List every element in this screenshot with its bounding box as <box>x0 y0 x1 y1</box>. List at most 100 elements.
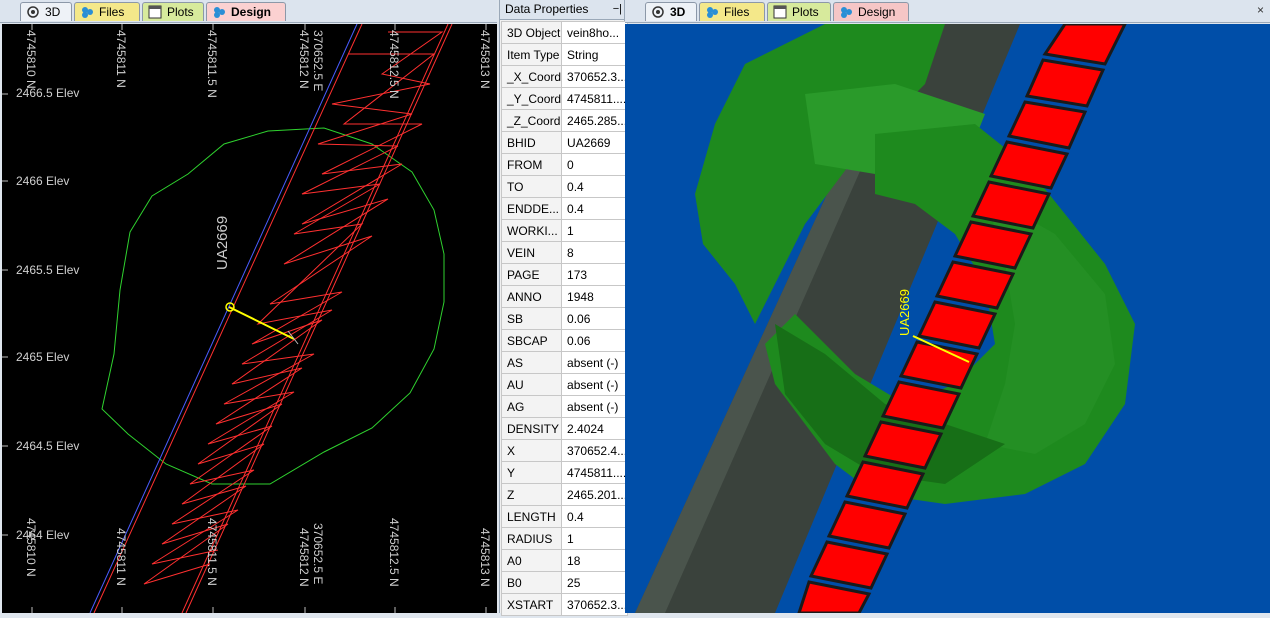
property-row[interactable]: _Y_Coord 4745811.... <box>500 87 629 110</box>
tab-files[interactable]: Files <box>74 2 140 21</box>
top-axis-label: 4745810 N <box>24 30 38 89</box>
property-row[interactable]: DENSITY 2.4024 <box>500 417 629 440</box>
property-value[interactable]: 1 <box>561 219 629 242</box>
property-row[interactable]: A0 18 <box>500 549 629 572</box>
property-row[interactable]: Y 4745811.... <box>500 461 629 484</box>
pin-icon[interactable]: −| <box>613 0 622 19</box>
property-row[interactable]: AU absent (-) <box>500 373 629 396</box>
property-row[interactable]: Item Type String <box>500 43 629 66</box>
property-row[interactable]: RADIUS 1 <box>500 527 629 550</box>
tab-design[interactable]: Design <box>833 2 909 21</box>
property-value[interactable]: absent (-) <box>561 351 629 374</box>
property-key: XSTART <box>500 593 563 616</box>
property-value[interactable]: 0 <box>561 153 629 176</box>
properties-title-bar: Data Properties −| <box>500 0 624 20</box>
elev-label: 2466 Elev <box>16 174 70 188</box>
property-row[interactable]: 3D Object vein8ho... <box>500 21 629 44</box>
property-value[interactable]: 0.06 <box>561 307 629 330</box>
property-row[interactable]: BHID UA2669 <box>500 131 629 154</box>
property-row[interactable]: FROM 0 <box>500 153 629 176</box>
property-row[interactable]: SB 0.06 <box>500 307 629 330</box>
property-value[interactable]: 8 <box>561 241 629 264</box>
property-row[interactable]: Z 2465.201... <box>500 483 629 506</box>
bottom-axis-label: 4745811.5 N <box>205 518 219 586</box>
elev-label: 2466.5 Elev <box>16 86 80 100</box>
property-row[interactable]: ENDDE... 0.4 <box>500 197 629 220</box>
bottom-axis-label: 370652.5 E <box>311 523 325 585</box>
tab-label: 3D <box>670 5 686 19</box>
property-value[interactable]: 18 <box>561 549 629 572</box>
property-key: Y <box>500 461 563 484</box>
property-value[interactable]: 370652.3... <box>561 593 629 616</box>
property-value[interactable]: 4745811.... <box>561 461 629 484</box>
property-row[interactable]: XSTART 370652.3... <box>500 593 629 616</box>
top-axis-label: 4745811.5 N <box>205 30 219 98</box>
property-row[interactable]: PAGE 173 <box>500 263 629 286</box>
property-value[interactable]: 0.4 <box>561 197 629 220</box>
property-key: AU <box>500 373 563 396</box>
property-value[interactable]: 370652.3... <box>561 65 629 88</box>
property-value[interactable]: 25 <box>561 571 629 594</box>
property-row[interactable]: B0 25 <box>500 571 629 594</box>
property-row[interactable]: LENGTH 0.4 <box>500 505 629 528</box>
property-value[interactable]: absent (-) <box>561 373 629 396</box>
elev-label: 2464 Elev <box>16 528 70 542</box>
property-row[interactable]: _Z_Coord 2465.285... <box>500 109 629 132</box>
3d-viewport[interactable]: UA2669 <box>625 22 1270 615</box>
property-value[interactable]: 2465.201... <box>561 483 629 506</box>
close-icon[interactable]: × <box>1257 3 1264 17</box>
property-value[interactable]: absent (-) <box>561 395 629 418</box>
property-value[interactable]: String <box>561 43 629 66</box>
influence-polygon <box>101 127 445 485</box>
tab-label: Design <box>858 5 896 19</box>
design-icon <box>214 7 225 18</box>
property-row[interactable]: AS absent (-) <box>500 351 629 374</box>
property-row[interactable]: TO 0.4 <box>500 175 629 198</box>
property-value[interactable]: 173 <box>561 263 629 286</box>
property-value[interactable]: 2465.285... <box>561 109 629 132</box>
property-value[interactable]: vein8ho... <box>561 21 629 44</box>
property-value[interactable]: 0.06 <box>561 329 629 352</box>
property-value[interactable]: 4745811.... <box>561 87 629 110</box>
property-value[interactable]: 1 <box>561 527 629 550</box>
property-row[interactable]: _X_Coord 370652.3... <box>500 65 629 88</box>
top-axis-label: 4745813 N <box>478 30 492 89</box>
tab-plots[interactable]: Plots <box>767 2 831 21</box>
plots-icon <box>773 5 787 19</box>
property-key: B0 <box>500 571 563 594</box>
properties-table: 3D Object vein8ho... Item Type String _X_Coo… <box>500 21 629 616</box>
property-value[interactable]: 1948 <box>561 285 629 308</box>
property-value[interactable]: 370652.4... <box>561 439 629 462</box>
property-value[interactable]: 0.4 <box>561 505 629 528</box>
tab-label: Files <box>724 5 750 19</box>
property-key: TO <box>500 175 563 198</box>
property-row[interactable]: AG absent (-) <box>500 395 629 418</box>
property-key: 3D Object <box>500 21 563 44</box>
section-viewport[interactable]: UA2669 4745810 N 4745811 N 4745811.5 N 4… <box>2 23 497 614</box>
property-key: ANNO <box>500 285 563 308</box>
property-key: ENDDE... <box>500 197 563 220</box>
property-key: RADIUS <box>500 527 563 550</box>
data-properties-panel: Data Properties −| 3D Object vein8ho... It… <box>499 0 629 616</box>
property-row[interactable]: VEIN 8 <box>500 241 629 264</box>
property-row[interactable]: X 370652.4... <box>500 439 629 462</box>
drillhole-trace[interactable] <box>228 306 295 340</box>
top-axis-label: 4745812 N <box>297 30 311 89</box>
property-value[interactable]: 2.4024 <box>561 417 629 440</box>
tab-3d[interactable]: 3D <box>645 2 697 21</box>
property-row[interactable]: SBCAP 0.06 <box>500 329 629 352</box>
property-key: Z <box>500 483 563 506</box>
tab-3d[interactable]: 3D <box>20 2 72 21</box>
property-value[interactable]: UA2669 <box>561 131 629 154</box>
files-icon <box>707 7 718 18</box>
bottom-axis-label: 4745811 N <box>114 528 128 586</box>
top-axis-label: 370652.5 E <box>311 30 325 92</box>
property-key: Item Type <box>500 43 563 66</box>
tab-design[interactable]: Design <box>206 2 286 21</box>
property-row[interactable]: WORKI... 1 <box>500 219 629 242</box>
property-row[interactable]: ANNO 1948 <box>500 285 629 308</box>
property-key: FROM <box>500 153 563 176</box>
property-value[interactable]: 0.4 <box>561 175 629 198</box>
tab-files[interactable]: Files <box>699 2 765 21</box>
tab-plots[interactable]: Plots <box>142 2 204 21</box>
